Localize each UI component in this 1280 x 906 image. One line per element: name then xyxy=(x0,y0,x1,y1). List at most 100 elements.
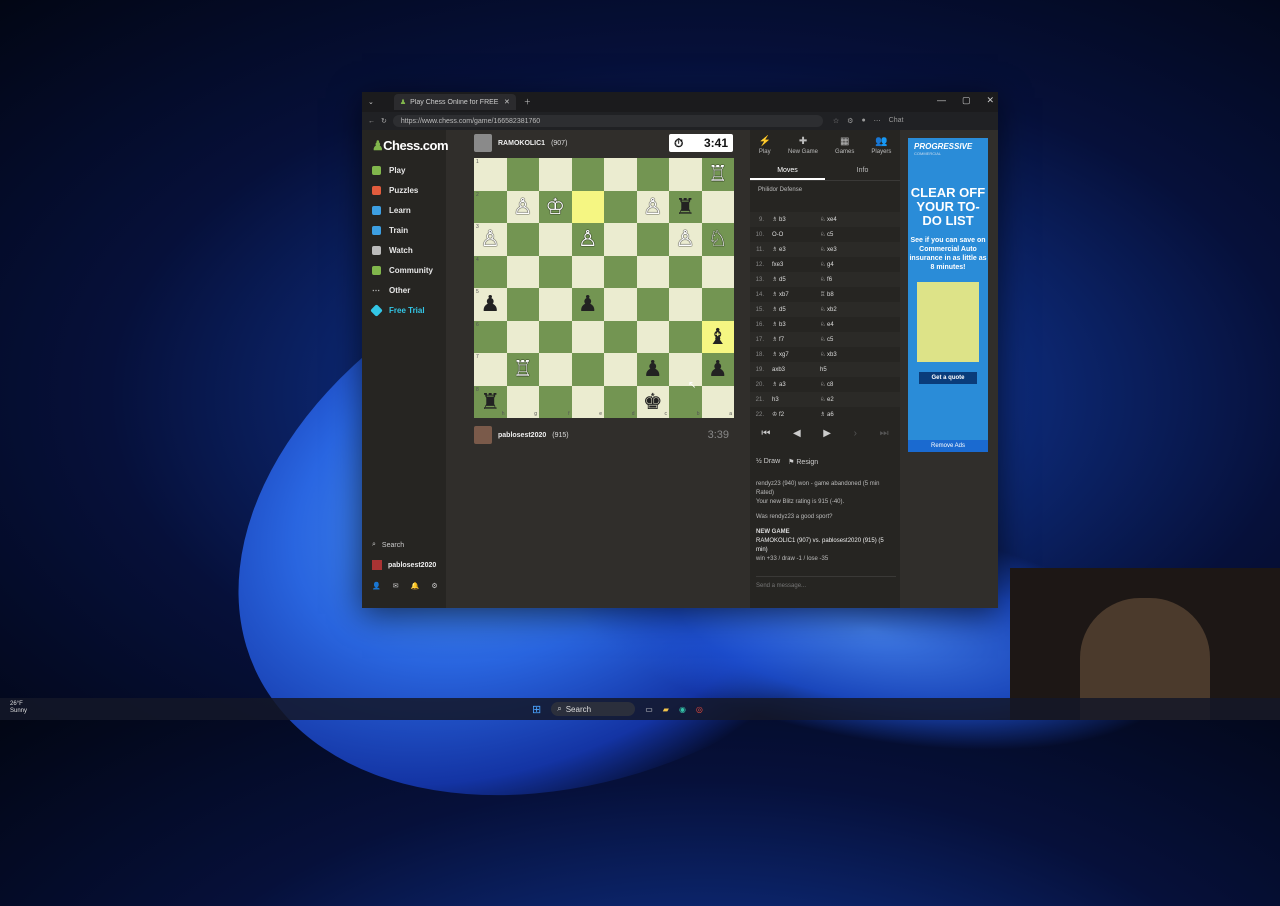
sidebar-item-play[interactable]: Play xyxy=(372,166,405,175)
black-piece-icon[interactable]: ♟ xyxy=(708,358,728,380)
white-move[interactable]: ♗ b3 xyxy=(772,321,820,328)
close-window-icon[interactable]: ✕ xyxy=(986,95,994,106)
tab-close-icon[interactable]: ✕ xyxy=(504,98,510,106)
white-move[interactable]: fxe3 xyxy=(772,262,820,268)
board-square[interactable] xyxy=(701,288,734,321)
copilot-chat-button[interactable]: Chat xyxy=(889,117,904,125)
notifications-icon[interactable]: 🔔 xyxy=(411,582,420,590)
black-move[interactable]: ♗ a6 xyxy=(820,411,868,418)
white-move[interactable]: h3 xyxy=(772,397,820,403)
back-icon[interactable]: ← xyxy=(368,118,375,125)
messages-icon[interactable]: ✉ xyxy=(393,582,399,590)
sidebar-item-train[interactable]: Train xyxy=(372,226,408,235)
black-move[interactable]: ♘ xe3 xyxy=(820,246,868,253)
file-explorer-icon[interactable]: ▰ xyxy=(663,705,669,714)
board-square[interactable]: 5 ♟ xyxy=(474,288,507,321)
board-square[interactable]: ♜ xyxy=(669,190,702,223)
board-square[interactable] xyxy=(669,158,702,191)
board-square[interactable] xyxy=(669,288,702,321)
board-square[interactable] xyxy=(571,255,604,288)
black-move[interactable]: ♘ f6 xyxy=(820,276,868,283)
board-square[interactable]: ♙ xyxy=(636,190,669,223)
white-move[interactable]: ♗ b3 xyxy=(772,216,820,223)
board-square[interactable] xyxy=(604,320,637,353)
opponent-avatar[interactable] xyxy=(474,134,492,152)
maximize-icon[interactable]: ▢ xyxy=(962,95,971,106)
white-move[interactable]: ♗ xb7 xyxy=(772,291,820,298)
board-square[interactable]: ♟ xyxy=(571,288,604,321)
more-icon[interactable]: ⋯ xyxy=(874,117,881,125)
sidebar-item-free-trial[interactable]: Free Trial xyxy=(370,304,425,317)
board-square[interactable]: 7 xyxy=(474,353,507,386)
white-piece-icon[interactable]: ♙ xyxy=(578,228,598,250)
board-square[interactable] xyxy=(604,223,637,256)
sidebar-item-learn[interactable]: Learn xyxy=(372,206,411,215)
board-square[interactable]: ♟ xyxy=(636,353,669,386)
black-move[interactable]: ♘ c5 xyxy=(820,336,868,343)
black-piece-icon[interactable]: ♜ xyxy=(675,195,695,218)
tab-players[interactable]: 👥 Players xyxy=(871,136,891,155)
board-square[interactable] xyxy=(506,158,539,191)
board-square[interactable] xyxy=(701,255,734,288)
refresh-icon[interactable]: ↻ xyxy=(381,117,387,125)
white-move[interactable]: ♗ d5 xyxy=(772,306,820,313)
new-tab-icon[interactable]: ＋ xyxy=(524,97,531,107)
extensions-icon[interactable]: ⚙ xyxy=(847,117,853,125)
resign-button[interactable]: ⚑ Resign xyxy=(788,458,818,466)
board-square[interactable] xyxy=(604,255,637,288)
start-icon[interactable]: ⊞ xyxy=(532,703,541,716)
tab-games[interactable]: ▦ Games xyxy=(835,136,854,155)
board-square[interactable]: 6 xyxy=(474,320,507,353)
black-move[interactable]: ♘ g4 xyxy=(820,261,868,268)
board-square[interactable]: a xyxy=(701,385,734,418)
sidebar-item-watch[interactable]: Watch xyxy=(372,246,413,255)
board-square[interactable]: 4 xyxy=(474,255,507,288)
profile-icon[interactable]: ● xyxy=(861,117,865,125)
sidebar-item-puzzles[interactable]: Puzzles xyxy=(372,186,418,195)
player-avatar[interactable] xyxy=(474,426,492,444)
remove-ads-button[interactable]: Remove Ads xyxy=(908,440,988,452)
board-square[interactable]: ♙ xyxy=(506,190,539,223)
browser-tab[interactable]: ♟ Play Chess Online for FREE ... ✕ xyxy=(393,94,516,110)
board-square[interactable]: 8 h ♜ xyxy=(474,385,507,418)
board-square[interactable]: 1 xyxy=(474,158,507,191)
board-square[interactable]: ♙ xyxy=(571,223,604,256)
tab-info[interactable]: Info xyxy=(825,163,900,180)
tab-new-game[interactable]: ✚ New Game xyxy=(788,136,818,155)
board-square[interactable] xyxy=(539,255,572,288)
last-move-icon[interactable]: ⏭ xyxy=(880,428,889,439)
chess-logo[interactable]: ♟Chess.com xyxy=(372,138,449,154)
board-square[interactable] xyxy=(506,288,539,321)
white-move[interactable]: ♗ d5 xyxy=(772,276,820,283)
board-square[interactable]: g xyxy=(506,385,539,418)
board-square[interactable] xyxy=(539,320,572,353)
board-square[interactable]: 2 xyxy=(474,190,507,223)
taskbar-search[interactable]: ⌕ Search xyxy=(551,702,636,716)
sidebar-item-other[interactable]: ⋯ Other xyxy=(372,286,410,295)
draw-button[interactable]: ½ Draw xyxy=(756,458,780,466)
board-square[interactable]: ♝ xyxy=(701,320,734,353)
black-move[interactable]: ♘ c5 xyxy=(820,231,868,238)
board-square[interactable] xyxy=(571,320,604,353)
ad-cta-button[interactable]: Get a quote xyxy=(919,372,977,384)
chat-input[interactable]: Send a message... xyxy=(756,576,896,589)
board-square[interactable] xyxy=(506,223,539,256)
white-piece-icon[interactable]: ♙ xyxy=(480,228,500,250)
black-move[interactable]: ♘ e4 xyxy=(820,321,868,328)
player-name[interactable]: pablosest2020 xyxy=(498,432,546,439)
white-piece-icon[interactable]: ♖ xyxy=(708,163,728,185)
url-field[interactable]: https://www.chess.com/game/166582381760 xyxy=(392,115,823,127)
white-move[interactable]: axb3 xyxy=(772,367,820,373)
friends-icon[interactable]: 👤 xyxy=(372,582,381,590)
next-move-icon[interactable]: ▶ xyxy=(823,428,831,439)
white-piece-icon[interactable]: ♔ xyxy=(545,195,565,218)
black-piece-icon[interactable]: ♚ xyxy=(643,390,663,413)
black-move[interactable]: ♘ xe4 xyxy=(820,216,868,223)
board-square[interactable] xyxy=(669,353,702,386)
chrome-icon[interactable]: ◎ xyxy=(696,705,703,714)
white-move[interactable]: ♗ f7 xyxy=(772,336,820,343)
white-move[interactable]: ♗ e3 xyxy=(772,246,820,253)
board-square[interactable] xyxy=(539,288,572,321)
tab-moves[interactable]: Moves xyxy=(750,163,825,180)
white-piece-icon[interactable]: ♖ xyxy=(513,358,533,380)
